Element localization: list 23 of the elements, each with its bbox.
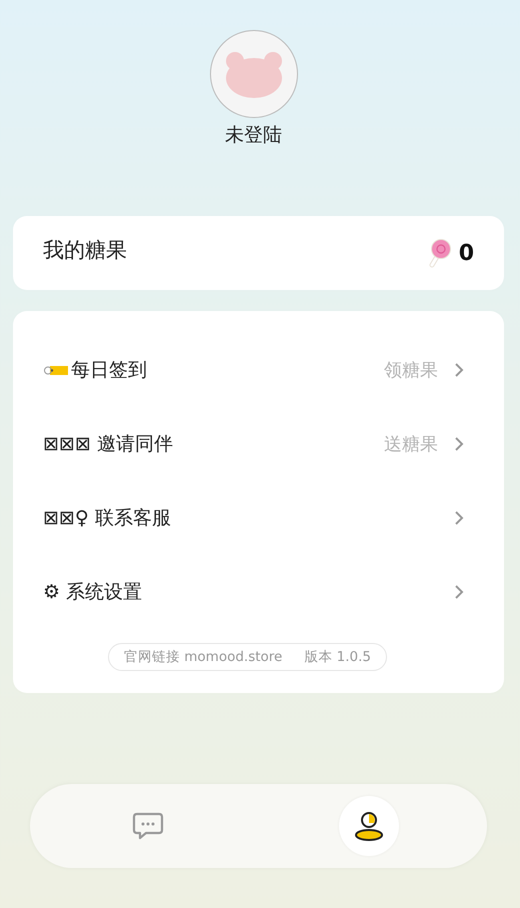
menu-item[interactable]: ⚙ 系统设置: [43, 555, 474, 629]
version-text: 版本 1.0.5: [304, 648, 372, 666]
menu-label: 每日签到: [71, 358, 147, 383]
menu-label: ⊠⊠♀ 联系客服: [43, 506, 171, 531]
menu-label: ⚙ 系统设置: [43, 580, 142, 605]
menu-label: ⊠⊠⊠ 邀请同伴: [43, 432, 173, 457]
bear-icon: [224, 51, 282, 99]
username: 未登陆: [225, 123, 282, 148]
menu-item[interactable]: 每日签到 领糖果: [43, 333, 474, 407]
chevron-icon: [454, 510, 464, 526]
menu-hint: 领糖果: [384, 359, 438, 382]
menu-item[interactable]: ⊠⊠⊠ 邀请同伴 送糖果: [43, 407, 474, 481]
candy-card[interactable]: 我的糖果 0: [13, 216, 504, 290]
chevron-icon: [454, 584, 464, 600]
menu-hint: 送糖果: [384, 433, 438, 456]
candy-label: 我的糖果: [43, 237, 127, 264]
person-icon: [352, 811, 385, 841]
menu-item[interactable]: ⊠⊠♀ 联系客服: [43, 481, 474, 555]
tag-icon: [43, 364, 69, 376]
candy-count: 0: [458, 240, 474, 266]
chevron-icon: [454, 436, 464, 452]
chevron-icon: [454, 362, 464, 378]
chat-icon: [132, 812, 164, 840]
